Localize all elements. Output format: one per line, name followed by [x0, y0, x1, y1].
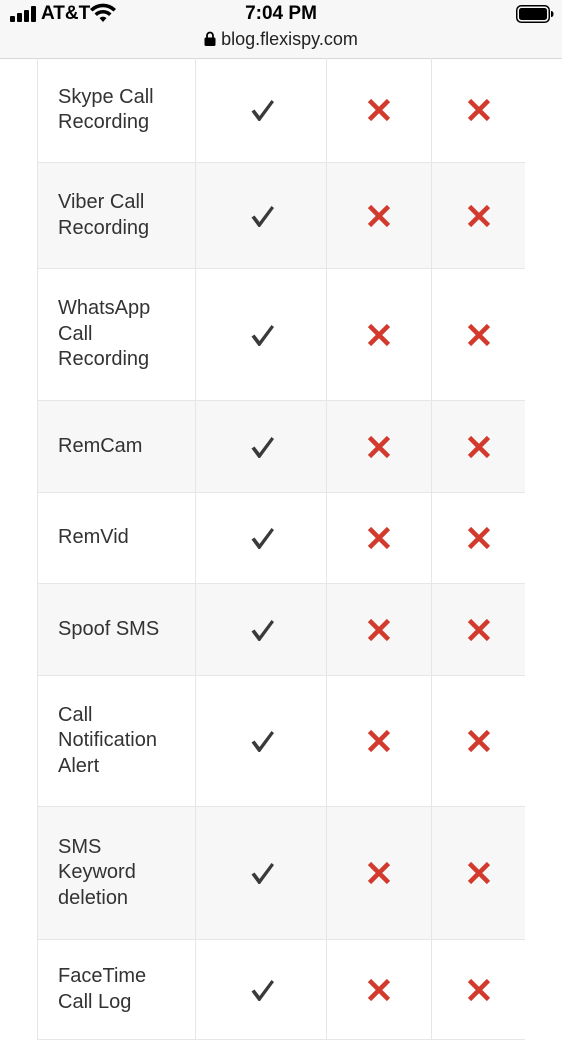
cross-icon — [367, 978, 391, 1001]
check-icon — [251, 619, 274, 641]
check-icon — [251, 100, 274, 121]
cross-icon — [467, 323, 490, 346]
support-cell-col4 — [432, 163, 525, 268]
support-cell-col3 — [327, 58, 432, 162]
cross-icon — [367, 98, 391, 122]
battery-icon — [516, 5, 554, 23]
cross-icon — [367, 861, 391, 885]
cross-icon — [367, 435, 391, 458]
feature-name: FaceTime Call Log — [58, 965, 147, 1013]
support-cell-col4 — [432, 401, 525, 492]
support-cell-col4 — [432, 584, 525, 675]
check-icon — [251, 979, 274, 1001]
cross-icon — [367, 729, 391, 753]
support-cell-col3 — [327, 584, 432, 675]
check-icon — [251, 863, 274, 884]
check-icon — [251, 436, 274, 458]
support-cell-col3 — [327, 807, 432, 939]
feature-cell: Viber Call Recording — [38, 163, 196, 268]
feature-name: Call Notification Alert — [58, 703, 157, 777]
status-bar: AT&T 7:04 PM blog.flexispy.com — [0, 0, 562, 59]
support-cell-col3 — [327, 269, 432, 400]
table-row: Viber Call Recording — [38, 163, 525, 269]
cross-icon — [367, 526, 391, 550]
url-bar[interactable]: blog.flexispy.com — [0, 29, 562, 50]
cross-icon — [467, 204, 490, 227]
feature-name: RemVid — [58, 526, 129, 549]
support-cell-col4 — [432, 940, 525, 1039]
support-cell-col4 — [432, 493, 525, 583]
support-cell-col3 — [327, 676, 432, 806]
support-cell-col2 — [196, 163, 327, 268]
table-row: Skype Call Recording — [38, 58, 525, 163]
support-cell-col2 — [196, 58, 327, 162]
support-cell-col2 — [196, 493, 327, 583]
cross-icon — [467, 978, 490, 1001]
table-row: RemVid — [38, 493, 525, 584]
cross-icon — [467, 861, 490, 885]
support-cell-col4 — [432, 807, 525, 939]
feature-cell: RemVid — [38, 493, 196, 583]
support-cell-col2 — [196, 401, 327, 492]
cross-icon — [467, 618, 490, 641]
feature-name: RemCam — [58, 434, 143, 457]
feature-name: SMS Keyword deletion — [58, 835, 136, 909]
table-row: Call Notification Alert — [38, 676, 525, 807]
table-row: WhatsApp Call Recording — [38, 269, 525, 401]
feature-cell: Skype Call Recording — [38, 58, 196, 162]
feature-name: Skype Call Recording — [58, 85, 154, 134]
feature-name: Viber Call Recording — [58, 191, 150, 239]
table-row: SMS Keyword deletion — [38, 807, 525, 940]
support-cell-col4 — [432, 58, 525, 162]
check-icon — [251, 205, 274, 227]
clock: 7:04 PM — [245, 3, 317, 24]
feature-cell: SMS Keyword deletion — [38, 807, 196, 939]
cross-icon — [367, 204, 391, 227]
cross-icon — [367, 618, 391, 641]
lock-icon — [204, 31, 216, 46]
support-cell-col3 — [327, 493, 432, 583]
cross-icon — [467, 98, 490, 122]
check-icon — [251, 324, 274, 346]
url-text: blog.flexispy.com — [221, 29, 358, 49]
cross-icon — [367, 323, 391, 346]
feature-cell: FaceTime Call Log — [38, 940, 196, 1039]
check-icon — [251, 731, 274, 752]
support-cell-col4 — [432, 676, 525, 806]
feature-name: Spoof SMS — [58, 617, 160, 640]
support-cell-col3 — [327, 940, 432, 1039]
support-cell-col2 — [196, 676, 327, 806]
support-cell-col3 — [327, 401, 432, 492]
feature-name: WhatsApp Call Recording — [58, 297, 151, 371]
support-cell-col2 — [196, 807, 327, 939]
check-icon — [251, 528, 274, 549]
table-row: RemCam — [38, 401, 525, 493]
feature-cell: Call Notification Alert — [38, 676, 196, 806]
support-cell-col3 — [327, 163, 432, 268]
support-cell-col2 — [196, 584, 327, 675]
feature-comparison-table: Skype Call Recording Viber Call Recording… — [37, 58, 525, 1040]
support-cell-col4 — [432, 269, 525, 400]
table-row: FaceTime Call Log — [38, 940, 525, 1040]
feature-cell: Spoof SMS — [38, 584, 196, 675]
feature-cell: RemCam — [38, 401, 196, 492]
cross-icon — [467, 729, 490, 753]
cross-icon — [467, 526, 490, 550]
cross-icon — [467, 435, 490, 458]
feature-cell: WhatsApp Call Recording — [38, 269, 196, 400]
support-cell-col2 — [196, 269, 327, 400]
support-cell-col2 — [196, 940, 327, 1039]
table-row: Spoof SMS — [38, 584, 525, 676]
